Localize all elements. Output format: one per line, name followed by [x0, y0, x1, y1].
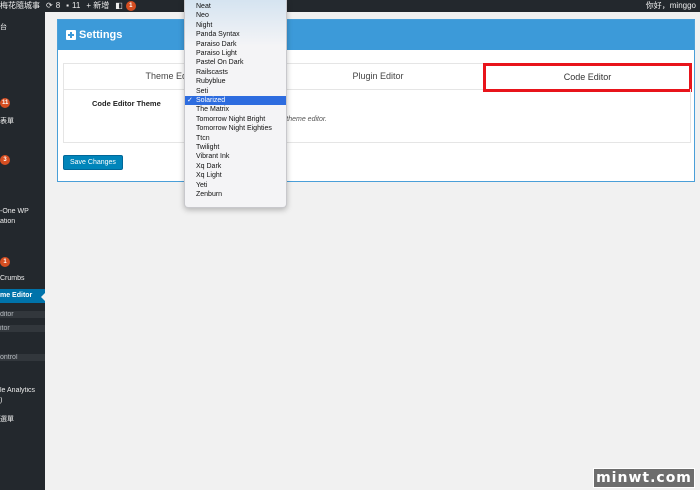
- sidebar-item-label: 選單: [0, 416, 14, 423]
- count-badge: 1: [0, 257, 10, 267]
- theme-option[interactable]: Ttcn: [185, 134, 286, 143]
- option-label: Neat: [196, 3, 211, 10]
- theme-option[interactable]: Railscasts: [185, 68, 286, 77]
- theme-option[interactable]: Tomorrow Night Bright: [185, 115, 286, 124]
- admin-sidebar: 台 11 表單 3 -One WP ation 1 Crumbs me Editor ditor i…: [0, 12, 45, 490]
- site-name-link[interactable]: 梅花隨城事: [0, 0, 40, 12]
- code-editor-theme-label: Code Editor Theme: [92, 99, 161, 108]
- tab-code-editor[interactable]: Code Editor: [483, 63, 692, 92]
- sidebar-item-label: 台: [0, 24, 7, 31]
- theme-option[interactable]: Paraiso Light: [185, 49, 286, 58]
- sidebar-item[interactable]: ditor: [0, 311, 45, 318]
- theme-option[interactable]: Neat: [185, 2, 286, 11]
- option-label: Neo: [196, 12, 209, 20]
- sidebar-item[interactable]: itor: [0, 325, 45, 332]
- save-changes-button[interactable]: Save Changes: [63, 155, 123, 170]
- updates-icon: ⟳: [46, 1, 53, 10]
- current-menu-arrow: [41, 292, 46, 302]
- sidebar-item-label: ation: [0, 218, 16, 225]
- sidebar-item[interactable]: 選單: [0, 414, 45, 424]
- sidebar-item-label: le Analytics: [0, 387, 36, 394]
- option-label: The Matrix: [196, 106, 230, 114]
- comment-icon: ▪: [66, 1, 69, 10]
- theme-option[interactable]: Paraiso Dark: [185, 40, 286, 49]
- settings-panel: Settings Theme Edit Plugin Editor Code E…: [57, 19, 695, 182]
- sidebar-item[interactable]: 台: [0, 22, 45, 32]
- theme-option[interactable]: Yeti: [185, 181, 286, 190]
- option-label: Zenburn: [196, 191, 223, 198]
- option-label: Paraiso Light: [196, 50, 237, 57]
- option-label: Vibrant Ink: [196, 153, 230, 161]
- option-label: Rubyblue: [196, 78, 226, 86]
- theme-option[interactable]: Xq Light: [185, 171, 286, 180]
- sidebar-item[interactable]: 3: [0, 155, 45, 165]
- theme-option[interactable]: Rubyblue: [185, 77, 286, 86]
- checkmark-icon: ✓: [187, 97, 193, 104]
- settings-form: Code Editor Theme r theme editor.: [63, 89, 691, 143]
- theme-option-selected[interactable]: ✓ Solarized: [185, 96, 286, 106]
- option-label: Ttcn: [196, 134, 210, 142]
- editor-tabs: Theme Edit Plugin Editor Code Editor: [63, 63, 692, 92]
- updates-link[interactable]: ⟳ 8: [46, 0, 60, 12]
- theme-option[interactable]: The Matrix: [185, 105, 286, 114]
- sidebar-item-label: 表單: [0, 118, 14, 125]
- option-label: Paraiso Dark: [196, 40, 237, 48]
- theme-option[interactable]: Night: [185, 21, 286, 30]
- option-label: Panda Syntax: [196, 31, 240, 39]
- new-content-link[interactable]: + 新增: [86, 0, 109, 12]
- theme-select-dropdown[interactable]: Neat Neo Night Panda Syntax Paraiso Dark Para…: [184, 0, 287, 208]
- sidebar-item[interactable]: le Analytics: [0, 387, 45, 394]
- sidebar-item[interactable]: ): [0, 397, 45, 404]
- sidebar-item[interactable]: -One WP: [0, 208, 45, 215]
- plugin-notice-link[interactable]: ◧ 1: [115, 0, 136, 12]
- sidebar-item-label: ): [0, 397, 3, 404]
- sidebar-item-label: -One WP: [0, 208, 29, 215]
- comments-link[interactable]: ▪ 11: [66, 0, 80, 12]
- theme-option[interactable]: Panda Syntax: [185, 30, 286, 39]
- option-label: Xq Dark: [196, 162, 222, 170]
- shield-icon: ◧: [115, 1, 123, 10]
- option-label: Xq Light: [196, 172, 222, 180]
- sidebar-item[interactable]: 11: [0, 98, 45, 108]
- panel-header: Settings: [58, 20, 694, 50]
- site-watermark: minwt.com: [593, 468, 695, 488]
- option-label: Seti: [196, 87, 209, 95]
- sidebar-item-label: me Editor: [0, 292, 33, 299]
- sidebar-item-label: itor: [0, 325, 10, 332]
- settings-icon: [66, 30, 76, 40]
- option-label: Night: [196, 21, 213, 29]
- count-badge: 3: [0, 155, 10, 165]
- tab-plugin-editor[interactable]: Plugin Editor: [273, 64, 483, 89]
- sidebar-item-current[interactable]: me Editor: [0, 289, 45, 303]
- theme-option[interactable]: Xq Dark: [185, 162, 286, 171]
- option-label: Tomorrow Night Bright: [196, 115, 266, 123]
- theme-option[interactable]: Vibrant Ink: [185, 152, 286, 161]
- option-label: Tomorrow Night Eighties: [196, 125, 272, 133]
- option-label: Railscasts: [196, 68, 228, 76]
- sidebar-item[interactable]: ontrol: [0, 354, 45, 361]
- option-label: Pastel On Dark: [196, 59, 244, 67]
- sidebar-item[interactable]: ation: [0, 218, 45, 225]
- admin-bar: 梅花隨城事 ⟳ 8 ▪ 11 + 新增 ◧ 1 你好，minggo: [0, 0, 700, 12]
- theme-option[interactable]: Tomorrow Night Eighties: [185, 124, 286, 133]
- theme-option[interactable]: Twilight: [185, 143, 286, 152]
- account-menu[interactable]: 你好，minggo: [646, 0, 696, 12]
- sidebar-item-label: ditor: [0, 311, 14, 318]
- sidebar-item[interactable]: 1: [0, 257, 45, 267]
- sidebar-item-label: Crumbs: [0, 275, 25, 282]
- theme-option[interactable]: Pastel On Dark: [185, 58, 286, 67]
- option-label: Yeti: [196, 181, 208, 189]
- theme-option[interactable]: Neo: [185, 11, 286, 20]
- sidebar-item[interactable]: Crumbs: [0, 275, 45, 282]
- page-title: Settings: [79, 29, 123, 41]
- count-badge: 11: [0, 98, 11, 108]
- option-label: Solarized: [196, 97, 226, 104]
- sidebar-item[interactable]: 表單: [0, 116, 45, 126]
- field-description: r theme editor.: [282, 116, 327, 123]
- theme-option[interactable]: Zenburn: [185, 190, 286, 199]
- option-label: Twilight: [196, 144, 220, 151]
- theme-option[interactable]: Seti: [185, 87, 286, 96]
- sidebar-item-label: ontrol: [0, 354, 18, 361]
